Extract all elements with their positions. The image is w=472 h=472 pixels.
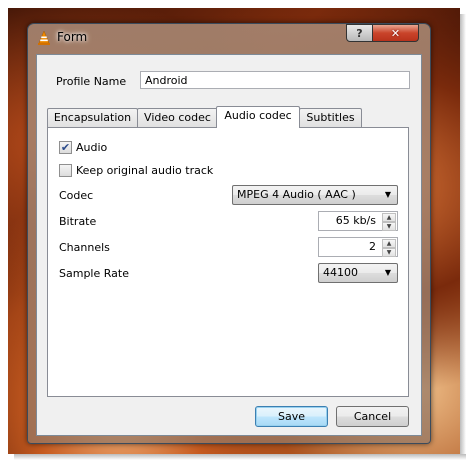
form-window: Form ? ✕ Profile Name Encapsulation Vide… xyxy=(27,23,431,444)
audio-codec-panel: ✔ Audio Keep original audio track Codec … xyxy=(47,127,409,397)
spin-down-icon[interactable]: ▼ xyxy=(382,248,396,257)
save-button[interactable]: Save xyxy=(255,406,328,427)
channels-value: 2 xyxy=(369,240,376,253)
title-bar[interactable]: Form ? ✕ xyxy=(28,24,430,50)
check-icon: ✔ xyxy=(60,141,71,154)
vlc-cone-icon xyxy=(36,30,52,46)
tab-bar: Encapsulation Video codec Audio codec Su… xyxy=(47,106,407,128)
codec-label: Codec xyxy=(59,189,94,202)
sample-rate-select[interactable]: 44100 ▼ xyxy=(318,263,398,283)
tab-encapsulation[interactable]: Encapsulation xyxy=(47,108,138,127)
spin-up-icon[interactable]: ▲ xyxy=(382,239,396,248)
tab-subtitles[interactable]: Subtitles xyxy=(299,108,362,127)
bitrate-spin-buttons: ▲ ▼ xyxy=(382,213,396,231)
dialog-client-area: Profile Name Encapsulation Video codec A… xyxy=(36,54,422,436)
tab-audio-codec[interactable]: Audio codec xyxy=(216,106,300,128)
help-icon: ? xyxy=(356,26,363,40)
codec-select-value: MPEG 4 Audio ( AAC ) xyxy=(237,188,356,201)
window-title: Form xyxy=(57,30,88,44)
chevron-down-icon: ▼ xyxy=(384,190,391,199)
bitrate-spinbox[interactable]: 65 kb/s ▲ ▼ xyxy=(318,211,398,231)
help-button[interactable]: ? xyxy=(346,24,373,42)
bitrate-label: Bitrate xyxy=(59,215,97,228)
close-button[interactable]: ✕ xyxy=(372,24,419,42)
bitrate-value: 65 kb/s xyxy=(335,214,376,227)
channels-spin-buttons: ▲ ▼ xyxy=(382,239,396,257)
chevron-down-icon: ▼ xyxy=(384,268,391,277)
close-icon: ✕ xyxy=(390,26,401,40)
audio-checkbox-label: Audio xyxy=(76,141,108,154)
profile-name-label: Profile Name xyxy=(56,75,127,88)
drop-shadow-bottom xyxy=(14,454,466,460)
cancel-button[interactable]: Cancel xyxy=(336,406,409,427)
tab-video-codec[interactable]: Video codec xyxy=(137,108,218,127)
channels-spinbox[interactable]: 2 ▲ ▼ xyxy=(318,237,398,257)
drop-shadow-right xyxy=(460,14,466,460)
keep-original-audio-label: Keep original audio track xyxy=(76,164,214,177)
profile-name-input[interactable] xyxy=(140,71,410,89)
spin-up-icon[interactable]: ▲ xyxy=(382,213,396,222)
audio-checkbox[interactable]: ✔ xyxy=(59,141,72,154)
codec-select[interactable]: MPEG 4 Audio ( AAC ) ▼ xyxy=(232,185,398,205)
channels-label: Channels xyxy=(59,241,110,254)
sample-rate-label: Sample Rate xyxy=(59,267,129,280)
spin-down-icon[interactable]: ▼ xyxy=(382,222,396,231)
keep-original-audio-checkbox[interactable] xyxy=(59,164,72,177)
sample-rate-value: 44100 xyxy=(323,266,358,279)
